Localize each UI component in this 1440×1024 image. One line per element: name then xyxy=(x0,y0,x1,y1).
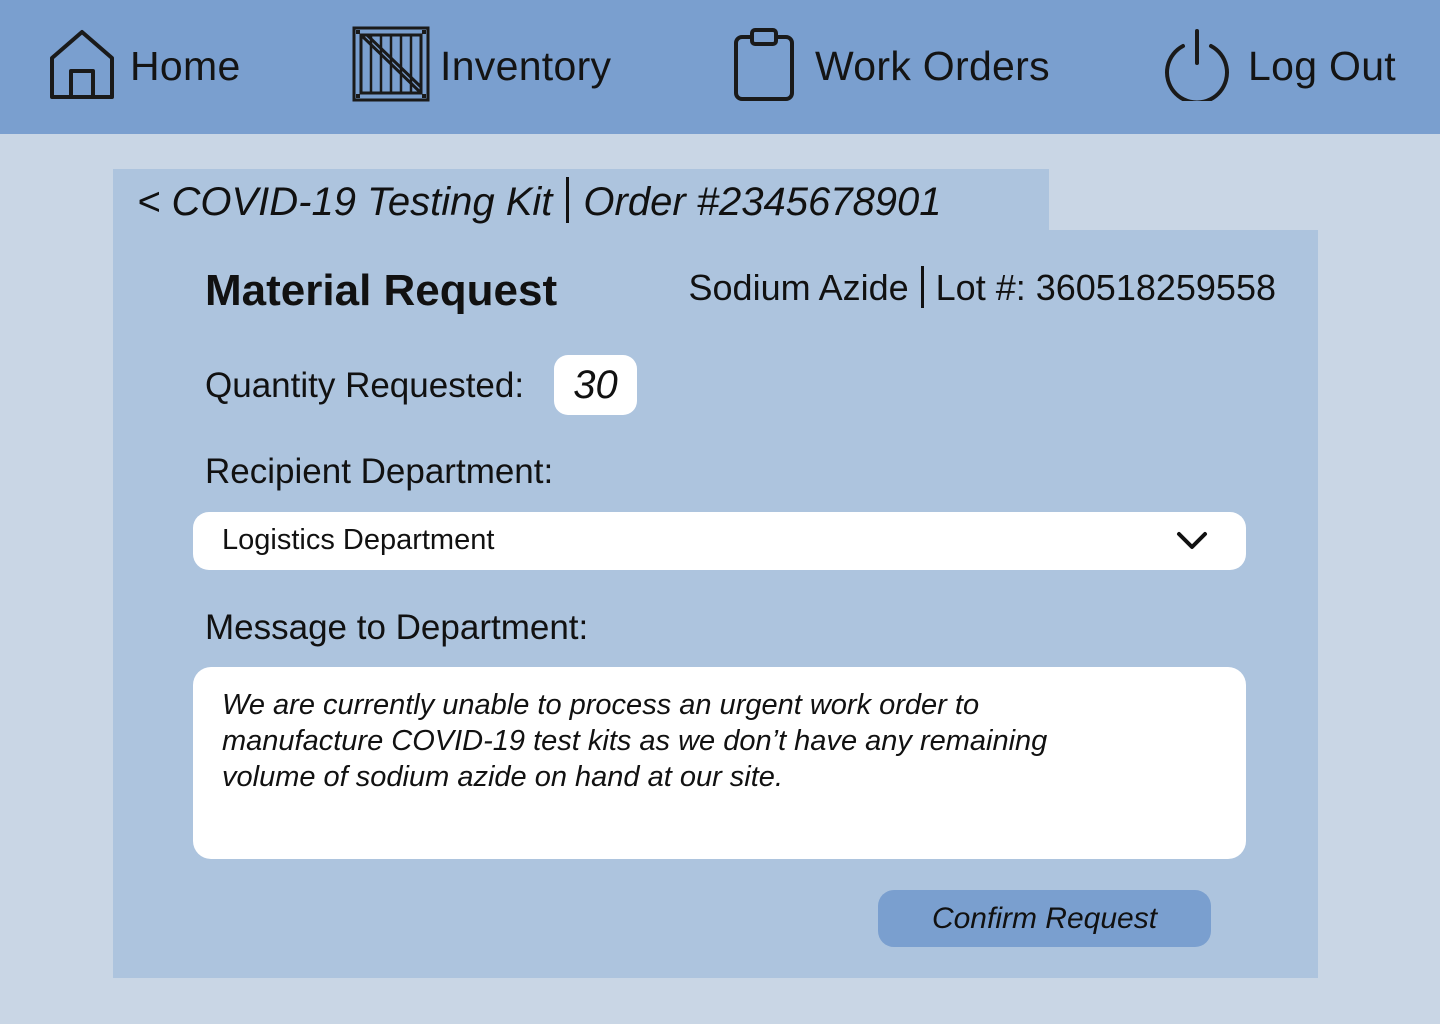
nav-home[interactable]: Home xyxy=(48,28,241,104)
top-navigation-bar: Home Inventory Work Orders Log Out xyxy=(0,0,1440,134)
nav-work-orders[interactable]: Work Orders xyxy=(733,27,1050,106)
nav-work-orders-label: Work Orders xyxy=(815,42,1050,89)
department-label: Recipient Department: xyxy=(205,452,554,491)
lot-divider xyxy=(920,266,924,308)
confirm-request-label: Confirm Request xyxy=(931,901,1158,935)
order-number: Order #2345678901 xyxy=(583,180,942,224)
back-to-order-link[interactable]: < COVID-19 Testing Kit Order #2345678901 xyxy=(137,177,941,225)
material-lot-info: Sodium Azide Lot #: 360518259558 xyxy=(689,266,1276,309)
lot-number: Lot #: 360518259558 xyxy=(935,267,1276,308)
crate-icon xyxy=(352,26,430,107)
quantity-label: Quantity Requested: xyxy=(205,366,525,405)
department-select[interactable]: Logistics Department xyxy=(193,512,1246,570)
department-selected-value: Logistics Department xyxy=(222,524,495,556)
page-title: Material Request xyxy=(205,266,558,315)
confirm-request-button[interactable]: Confirm Request xyxy=(878,890,1211,947)
nav-inventory[interactable]: Inventory xyxy=(352,26,612,107)
clipboard-icon xyxy=(733,27,795,106)
nav-log-out-label: Log Out xyxy=(1248,42,1396,89)
nav-inventory-label: Inventory xyxy=(440,42,612,89)
title-divider xyxy=(566,177,570,223)
product-name: COVID-19 Testing Kit xyxy=(171,180,553,224)
nav-log-out[interactable]: Log Out xyxy=(1163,28,1396,104)
material-request-panel: Material Request Sodium Azide Lot #: 3605… xyxy=(113,230,1318,978)
material-name: Sodium Azide xyxy=(688,267,909,308)
order-tab: < COVID-19 Testing Kit Order #2345678901 xyxy=(113,169,1049,231)
back-chevron: < xyxy=(137,180,161,224)
power-icon xyxy=(1163,27,1231,106)
message-textarea[interactable]: We are currently unable to process an ur… xyxy=(193,667,1246,859)
message-label: Message to Department: xyxy=(205,608,589,647)
nav-home-label: Home xyxy=(130,42,241,89)
chevron-down-icon xyxy=(1176,526,1208,559)
home-icon xyxy=(48,27,116,106)
quantity-field[interactable]: 30 xyxy=(554,355,637,415)
